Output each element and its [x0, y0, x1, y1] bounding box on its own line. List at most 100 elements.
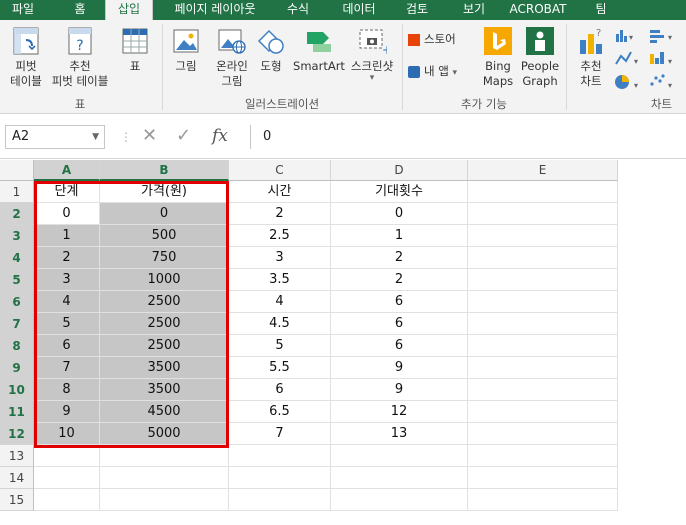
cell-b6[interactable]: 2500 [100, 291, 229, 313]
row-header-5[interactable]: 5 [0, 269, 34, 291]
cell-a12[interactable]: 10 [34, 423, 100, 445]
cell-d5[interactable]: 2 [331, 269, 468, 291]
cell-a7[interactable]: 5 [34, 313, 100, 335]
worksheet-grid[interactable]: A B C D E 1 단계 가격(원) 시간 기대횟수 2 0 0 2 0 3 1 500 2.5 1 4 2 750 3 2… [0, 160, 686, 525]
cell-b15[interactable] [100, 489, 229, 511]
tab-acrobat[interactable]: ACROBAT [505, 0, 571, 20]
cell-a8[interactable]: 6 [34, 335, 100, 357]
screenshot-button[interactable]: + 스크린샷 ▾ [346, 26, 398, 83]
cell-d2[interactable]: 0 [331, 203, 468, 225]
row-header-3[interactable]: 3 [0, 225, 34, 247]
cell-c12[interactable]: 7 [229, 423, 331, 445]
cell-a4[interactable]: 2 [34, 247, 100, 269]
cell-b11[interactable]: 4500 [100, 401, 229, 423]
name-box[interactable]: A2 ▼ [5, 125, 105, 149]
cell-a5[interactable]: 3 [34, 269, 100, 291]
select-all-corner[interactable] [0, 160, 34, 181]
row-header-10[interactable]: 10 [0, 379, 34, 401]
cell-a2[interactable]: 0 [34, 203, 100, 225]
cell-c15[interactable] [229, 489, 331, 511]
people-graph-button[interactable]: People Graph [518, 26, 562, 89]
cell-e3[interactable] [468, 225, 618, 247]
smartart-button[interactable]: SmartArt [292, 26, 346, 74]
insert-function-button[interactable]: fx [212, 125, 228, 147]
store-button[interactable]: 스토어 [408, 32, 474, 47]
cell-b5[interactable]: 1000 [100, 269, 229, 291]
online-picture-button[interactable]: 온라인 그림 [210, 26, 254, 89]
cell-e5[interactable] [468, 269, 618, 291]
tab-formulas[interactable]: 수식 [276, 0, 320, 20]
row-header-4[interactable]: 4 [0, 247, 34, 269]
cell-b14[interactable] [100, 467, 229, 489]
cell-e12[interactable] [468, 423, 618, 445]
cell-c7[interactable]: 4.5 [229, 313, 331, 335]
cell-c2[interactable]: 2 [229, 203, 331, 225]
row-header-11[interactable]: 11 [0, 401, 34, 423]
formula-input[interactable]: 0 [250, 125, 686, 149]
cell-d1[interactable]: 기대횟수 [331, 181, 468, 203]
tab-review[interactable]: 검토 [395, 0, 439, 20]
cell-c5[interactable]: 3.5 [229, 269, 331, 291]
row-header-15[interactable]: 15 [0, 489, 34, 511]
cell-d11[interactable]: 12 [331, 401, 468, 423]
cell-a15[interactable] [34, 489, 100, 511]
tab-data[interactable]: 데이터 [333, 0, 385, 20]
cell-b2[interactable]: 0 [100, 203, 229, 225]
cell-a13[interactable] [34, 445, 100, 467]
cell-e8[interactable] [468, 335, 618, 357]
tab-view[interactable]: 보기 [452, 0, 496, 20]
cell-c8[interactable]: 5 [229, 335, 331, 357]
cell-c1[interactable]: 시간 [229, 181, 331, 203]
cell-e10[interactable] [468, 379, 618, 401]
row-header-12[interactable]: 12 [0, 423, 34, 445]
cell-c3[interactable]: 2.5 [229, 225, 331, 247]
tab-insert[interactable]: 삽입 [105, 0, 153, 20]
row-header-2[interactable]: 2 [0, 203, 34, 225]
cell-b8[interactable]: 2500 [100, 335, 229, 357]
cell-c14[interactable] [229, 467, 331, 489]
cell-b3[interactable]: 500 [100, 225, 229, 247]
cell-c9[interactable]: 5.5 [229, 357, 331, 379]
recommended-charts-button[interactable]: ? 추천 차트 [572, 26, 610, 89]
row-header-13[interactable]: 13 [0, 445, 34, 467]
tab-team[interactable]: 팀 [586, 0, 616, 20]
row-header-7[interactable]: 7 [0, 313, 34, 335]
pivot-table-button[interactable]: 피벗 테이블 [3, 26, 49, 89]
cell-d4[interactable]: 2 [331, 247, 468, 269]
cell-d10[interactable]: 9 [331, 379, 468, 401]
cell-d15[interactable] [331, 489, 468, 511]
cell-b10[interactable]: 3500 [100, 379, 229, 401]
cell-c11[interactable]: 6.5 [229, 401, 331, 423]
column-header-b[interactable]: B [100, 160, 229, 181]
cell-e7[interactable] [468, 313, 618, 335]
drag-handle-icon[interactable]: ⋮ [120, 125, 132, 149]
cell-b4[interactable]: 750 [100, 247, 229, 269]
row-header-1[interactable]: 1 [0, 181, 34, 203]
cell-d9[interactable]: 9 [331, 357, 468, 379]
cell-c4[interactable]: 3 [229, 247, 331, 269]
cell-a6[interactable]: 4 [34, 291, 100, 313]
row-header-9[interactable]: 9 [0, 357, 34, 379]
cell-e14[interactable] [468, 467, 618, 489]
cell-e9[interactable] [468, 357, 618, 379]
bing-maps-button[interactable]: Bing Maps [478, 26, 518, 89]
cell-b13[interactable] [100, 445, 229, 467]
table-button[interactable]: 표 [118, 26, 152, 74]
cancel-icon[interactable]: ✕ [142, 125, 157, 147]
cell-b7[interactable]: 2500 [100, 313, 229, 335]
cell-c13[interactable] [229, 445, 331, 467]
cell-a11[interactable]: 9 [34, 401, 100, 423]
cell-d6[interactable]: 6 [331, 291, 468, 313]
cell-d8[interactable]: 6 [331, 335, 468, 357]
cell-d13[interactable] [331, 445, 468, 467]
cell-e15[interactable] [468, 489, 618, 511]
cell-e11[interactable] [468, 401, 618, 423]
row-header-8[interactable]: 8 [0, 335, 34, 357]
cell-e2[interactable] [468, 203, 618, 225]
cell-d12[interactable]: 13 [331, 423, 468, 445]
tab-page-layout[interactable]: 페이지 레이아웃 [163, 0, 267, 20]
cell-e4[interactable] [468, 247, 618, 269]
cell-d3[interactable]: 1 [331, 225, 468, 247]
picture-button[interactable]: 그림 [168, 26, 204, 74]
cell-a3[interactable]: 1 [34, 225, 100, 247]
